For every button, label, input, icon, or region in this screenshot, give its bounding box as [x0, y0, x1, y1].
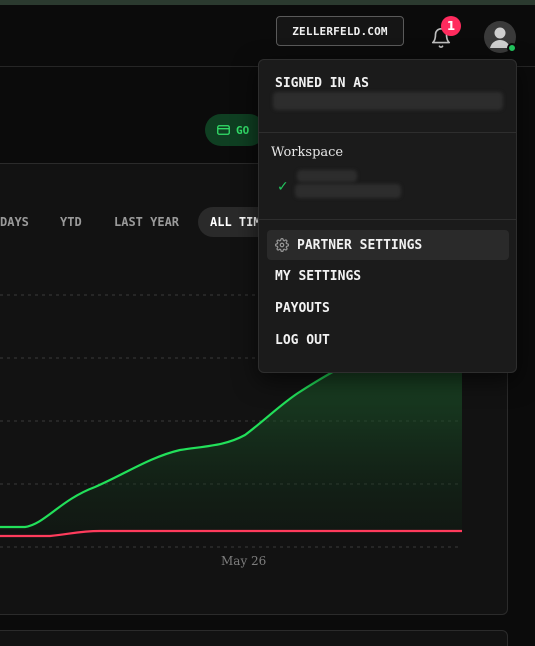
top-bar: [0, 5, 535, 67]
menu-item-label: PAYOUTS: [275, 300, 330, 316]
menu-item-log-out[interactable]: LOG OUT: [267, 325, 509, 355]
gear-icon: [275, 238, 289, 252]
go-label: GO: [236, 123, 250, 137]
workspace-heading: Workspace: [271, 145, 344, 160]
checkmark-icon: ✓: [277, 179, 289, 195]
redacted-workspace-name[interactable]: [295, 184, 401, 198]
menu-item-partner-settings[interactable]: PARTNER SETTINGS: [267, 230, 509, 260]
filter-days[interactable]: DAYS: [0, 207, 29, 237]
menu-item-label: PARTNER SETTINGS: [297, 237, 423, 253]
menu-item-payouts[interactable]: PAYOUTS: [267, 293, 509, 323]
menu-divider: [259, 132, 516, 133]
menu-item-my-settings[interactable]: MY SETTINGS: [267, 261, 509, 291]
signed-in-heading: SIGNED IN AS: [275, 76, 369, 91]
secondary-line: [0, 529, 462, 538]
card-icon: [217, 125, 230, 135]
redacted-workspace-top: [297, 170, 357, 182]
x-axis-label: May 26: [221, 554, 267, 568]
menu-item-label: LOG OUT: [275, 332, 330, 348]
user-menu-dropdown: SIGNED IN AS Workspace ✓ PARTNER SETTING…: [258, 59, 517, 373]
area-fill: [0, 368, 462, 530]
domain-button[interactable]: ZELLERFELD.COM: [276, 16, 404, 46]
secondary-card: [0, 630, 508, 646]
go-button[interactable]: GO: [205, 114, 265, 146]
menu-item-label: MY SETTINGS: [275, 268, 362, 284]
filter-ytd[interactable]: YTD: [60, 207, 82, 237]
notification-badge: 1: [441, 16, 461, 36]
menu-divider: [259, 219, 516, 220]
redacted-email: [273, 92, 503, 110]
filter-last-year[interactable]: LAST YEAR: [114, 207, 179, 237]
online-status-dot: [507, 43, 517, 53]
